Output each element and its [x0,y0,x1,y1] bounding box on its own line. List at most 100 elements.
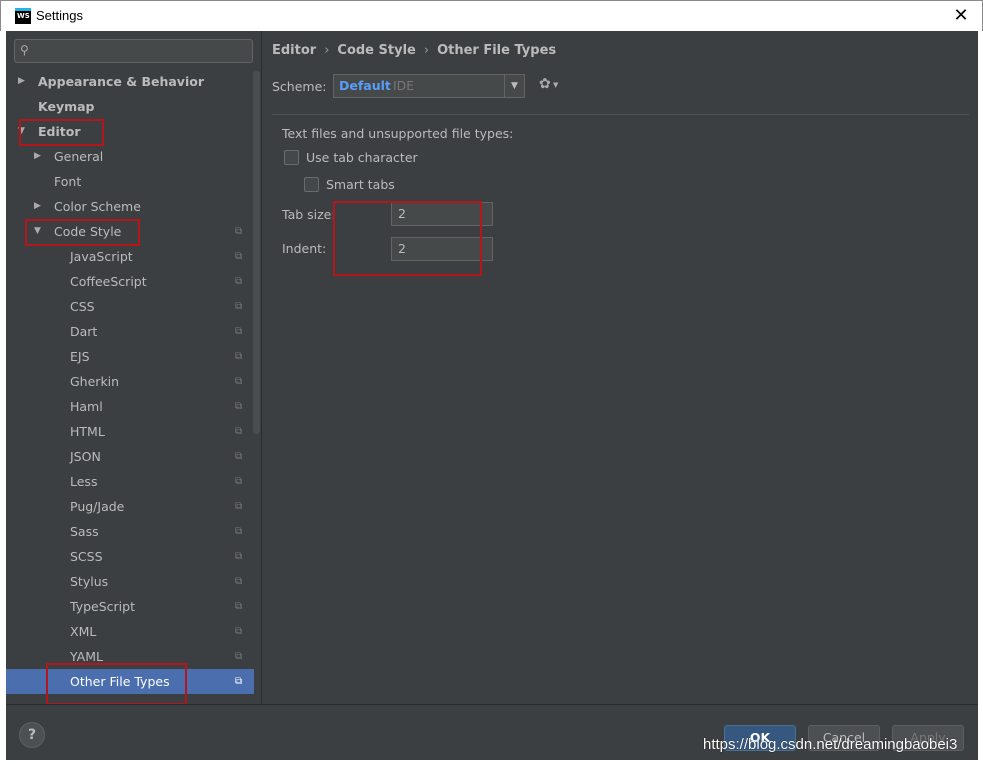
chevron-down-icon[interactable]: ▼ [504,75,524,97]
copy-settings-icon: ⧉ [235,576,243,587]
breadcrumb-other-file-types: Other File Types [437,43,557,58]
scheme-dropdown[interactable]: Default IDE ▼ [333,74,525,98]
settings-tree: ▶ Appearance & Behavior Keymap ▼ Editor ▶ Gene… [6,69,254,694]
tab-size-input[interactable]: 2 [391,202,493,226]
tree-item[interactable]: Less ⧉ [6,469,254,494]
tree-item-label: Other File Types [70,674,170,689]
tree-item-label: Appearance & Behavior [38,74,204,89]
expanded-arrow-icon[interactable]: ▼ [34,219,41,244]
breadcrumb-separator: › [423,43,430,58]
tree-item-label: XML [70,624,97,639]
gear-caret-icon[interactable]: ▼ [553,81,558,89]
tree-item[interactable]: ▶ Appearance & Behavior [6,69,254,94]
copy-settings-icon: ⧉ [235,551,243,562]
breadcrumb-code-style[interactable]: Code Style [337,43,415,58]
window-frame-bottom [0,760,983,764]
tree-item-label: Font [54,174,82,189]
copy-settings-icon: ⧉ [235,476,243,487]
use-tab-character-checkbox[interactable] [284,150,299,165]
tree-item[interactable]: Sass ⧉ [6,519,254,544]
tree-item-label: TypeScript [70,599,135,614]
copy-settings-icon: ⧉ [235,326,243,337]
use-tab-character-label: Use tab character [306,150,418,165]
scheme-name: Default [339,78,391,93]
indent-input[interactable]: 2 [391,237,493,261]
tree-item[interactable]: Pug/Jade ⧉ [6,494,254,519]
settings-sidebar: ⚲ ▶ Appearance & Behavior Keymap ▼ Editor ▶ Ge… [6,31,262,704]
tree-item-label: Dart [70,324,98,339]
divider [272,114,969,115]
tree-item-label: JavaScript [70,249,133,264]
tree-item[interactable]: ▼ Editor [6,119,254,144]
window-title: Settings [36,8,83,23]
copy-settings-icon: ⧉ [235,351,243,362]
tree-item[interactable]: TypeScript ⧉ [6,594,254,619]
tree-item-label: Pug/Jade [70,499,125,514]
copy-settings-icon: ⧉ [235,451,243,462]
tree-item[interactable]: Keymap [6,94,254,119]
webstorm-logo-icon: WS [15,8,31,24]
tree-item-label: HTML [70,424,105,439]
tree-item[interactable]: JavaScript ⧉ [6,244,254,269]
tree-item-label: EJS [70,349,90,364]
tree-item[interactable]: CSS ⧉ [6,294,254,319]
copy-settings-icon: ⧉ [235,301,243,312]
tree-item[interactable]: ▶ Color Scheme [6,194,254,219]
collapsed-arrow-icon[interactable]: ▶ [34,194,41,219]
copy-settings-icon: ⧉ [235,376,243,387]
tree-item[interactable]: Gherkin ⧉ [6,369,254,394]
copy-settings-icon: ⧉ [235,251,243,262]
copy-settings-icon: ⧉ [235,276,243,287]
tree-item[interactable]: ▶ General [6,144,254,169]
panel-title: Text files and unsupported file types: [282,126,514,141]
sidebar-scrollbar[interactable] [253,71,260,434]
copy-settings-icon: ⧉ [235,226,243,237]
tree-item-label: Stylus [70,574,109,589]
collapsed-arrow-icon[interactable]: ▶ [18,69,25,94]
smart-tabs-label: Smart tabs [326,177,395,192]
help-icon[interactable]: ? [19,722,45,748]
tree-item-label: Keymap [38,99,95,114]
breadcrumb-editor[interactable]: Editor [272,43,316,58]
tree-item-label: Less [70,474,98,489]
tree-item[interactable]: HTML ⧉ [6,419,254,444]
tree-item[interactable]: SCSS ⧉ [6,544,254,569]
smart-tabs-checkbox[interactable] [304,177,319,192]
breadcrumb: Editor › Code Style › Other File Types [272,43,556,58]
tree-item[interactable]: YAML ⧉ [6,644,254,669]
watermark: https://blog.csdn.net/dreamingbaobei3 [703,736,958,753]
scheme-label: Scheme: [272,79,327,94]
tree-item[interactable]: Haml ⧉ [6,394,254,419]
copy-settings-icon: ⧉ [235,601,243,612]
tree-item-label: Color Scheme [54,199,141,214]
copy-settings-icon: ⧉ [235,676,243,687]
tree-item[interactable]: JSON ⧉ [6,444,254,469]
settings-content: Editor › Code Style › Other File Types Schem… [263,31,978,704]
indent-label: Indent: [282,241,327,256]
close-icon[interactable]: ✕ [950,5,972,27]
tree-item-label: YAML [70,649,103,664]
copy-settings-icon: ⧉ [235,626,243,637]
tree-item[interactable]: CoffeeScript ⧉ [6,269,254,294]
search-input[interactable]: ⚲ [14,39,253,63]
gear-icon[interactable]: ✿ [539,76,551,92]
tree-item-label: Sass [70,524,99,539]
tree-item[interactable]: Dart ⧉ [6,319,254,344]
breadcrumb-separator: › [324,43,330,58]
window-frame-right [978,31,983,764]
tree-item[interactable]: EJS ⧉ [6,344,254,369]
copy-settings-icon: ⧉ [235,426,243,437]
collapsed-arrow-icon[interactable]: ▶ [34,144,41,169]
tree-item[interactable]: Other File Types ⧉ [6,669,254,694]
tree-item[interactable]: Stylus ⧉ [6,569,254,594]
copy-settings-icon: ⧉ [235,651,243,662]
tree-item-label: Gherkin [70,374,120,389]
tree-item-label: CoffeeScript [70,274,147,289]
tree-item[interactable]: XML ⧉ [6,619,254,644]
tree-item-label: JSON [70,449,101,464]
expanded-arrow-icon[interactable]: ▼ [18,119,25,144]
tab-size-label: Tab size: [282,207,336,222]
tree-item[interactable]: Font [6,169,254,194]
tree-item-label: General [54,149,104,164]
tree-item[interactable]: ▼ Code Style ⧉ [6,219,254,244]
